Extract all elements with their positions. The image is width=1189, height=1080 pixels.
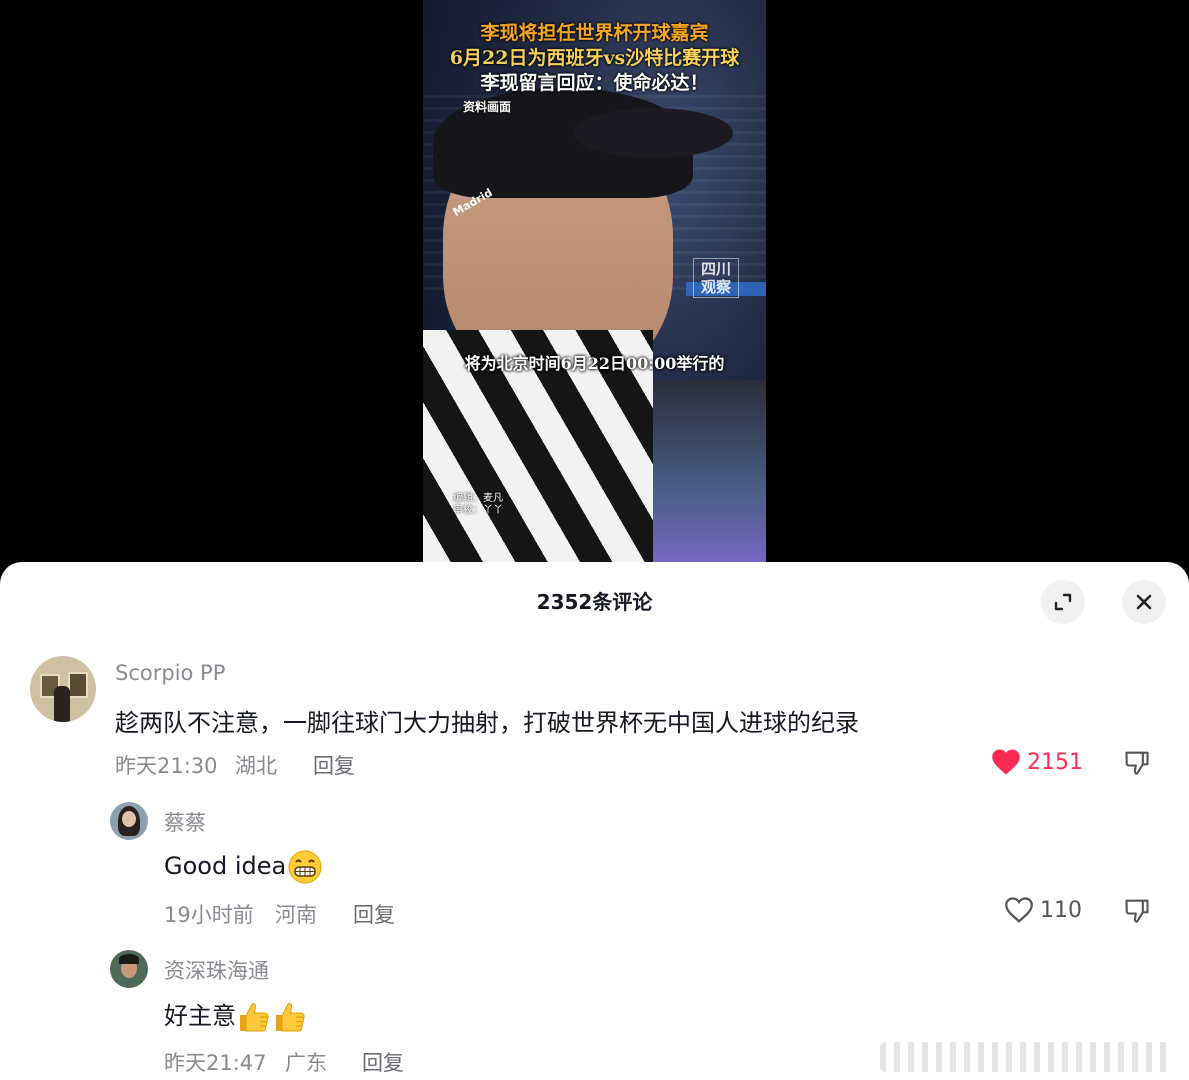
reply-text-content: 好主意: [164, 1002, 236, 1030]
reply-text-content: Good idea: [164, 852, 287, 880]
channel-watermark: 四川 观察: [693, 258, 739, 298]
expand-button[interactable]: [1041, 580, 1085, 624]
avatar-face: [122, 811, 136, 827]
avatar[interactable]: [110, 802, 148, 840]
dislike-button[interactable]: [1122, 748, 1152, 780]
video-subtitle: 将为北京时间6月22日00:00举行的: [464, 354, 725, 373]
reply-text: 好主意: [164, 996, 308, 1035]
cap-brim: [573, 108, 733, 158]
dislike-button[interactable]: [1122, 896, 1152, 928]
reply-time: 19小时前: [164, 903, 254, 927]
avatar[interactable]: [30, 656, 96, 722]
expand-icon: [1054, 593, 1072, 611]
comment-username[interactable]: Scorpio PP: [115, 661, 225, 685]
comment-location: 湖北: [235, 754, 277, 778]
reply-button[interactable]: 回复: [362, 1047, 404, 1077]
reply-location: 河南: [275, 903, 317, 927]
comments-sheet: 2352条评论 Scorpio PP 趁两队不注意，一脚往球门大力抽射，打破世界…: [0, 562, 1189, 1080]
like-button[interactable]: 110: [1004, 896, 1082, 924]
credit-editor: 编辑：麦凡: [453, 493, 503, 504]
video-player[interactable]: Madrid 李现将担任世界杯开球嘉宾 6月22日为西班牙vs沙特比赛开球 李现…: [423, 0, 766, 566]
thumbs-up-icon: [276, 1003, 305, 1032]
video-title-line3: 李现留言回应：使命必达！: [480, 72, 709, 94]
reply-button[interactable]: 回复: [313, 750, 355, 780]
comments-count-title: 2352条评论: [536, 590, 653, 614]
like-count: 2151: [1027, 749, 1083, 775]
close-icon: [1136, 594, 1152, 610]
close-button[interactable]: [1122, 580, 1166, 624]
grinning-face-icon: [288, 850, 322, 884]
bottom-fade-overlay: [880, 1042, 1170, 1072]
reply-button[interactable]: 回复: [353, 899, 395, 929]
crowd-background: [643, 380, 766, 566]
video-credits: 编辑：麦凡 审校：丫丫: [453, 493, 503, 517]
heart-outline-icon: [1005, 897, 1033, 923]
avatar-figure: [54, 686, 70, 722]
avatar-picture-frame: [68, 672, 88, 698]
thumbs-down-icon: [1125, 899, 1149, 923]
like-count: 110: [1040, 897, 1082, 923]
archive-footage-label: 资料画面: [463, 100, 512, 114]
reply-text: Good idea: [164, 849, 324, 885]
video-title-line2: 6月22日为西班牙vs沙特比赛开球: [449, 47, 740, 69]
reply-location: 广东: [285, 1051, 327, 1075]
watermark-line2: 观察: [700, 278, 731, 296]
comment-text: 趁两队不注意，一脚往球门大力抽射，打破世界杯无中国人进球的纪录: [115, 709, 859, 737]
thumbs-up-icon: [240, 1003, 269, 1032]
avatar-hair: [119, 954, 139, 964]
avatar[interactable]: [110, 950, 148, 988]
comment-time: 昨天21:30: [115, 754, 218, 778]
heart-filled-icon: [992, 749, 1020, 775]
reply-username[interactable]: 蔡蔡: [164, 807, 206, 837]
reply-time: 昨天21:47: [164, 1051, 267, 1075]
watermark-line1: 四川: [700, 260, 731, 278]
thumbs-down-icon: [1125, 751, 1149, 775]
like-button[interactable]: 2151: [991, 748, 1083, 776]
credit-reviewer: 审校：丫丫: [453, 505, 503, 516]
reply-username[interactable]: 资深珠海通: [164, 955, 269, 985]
video-title-line1: 李现将担任世界杯开球嘉宾: [480, 22, 709, 44]
